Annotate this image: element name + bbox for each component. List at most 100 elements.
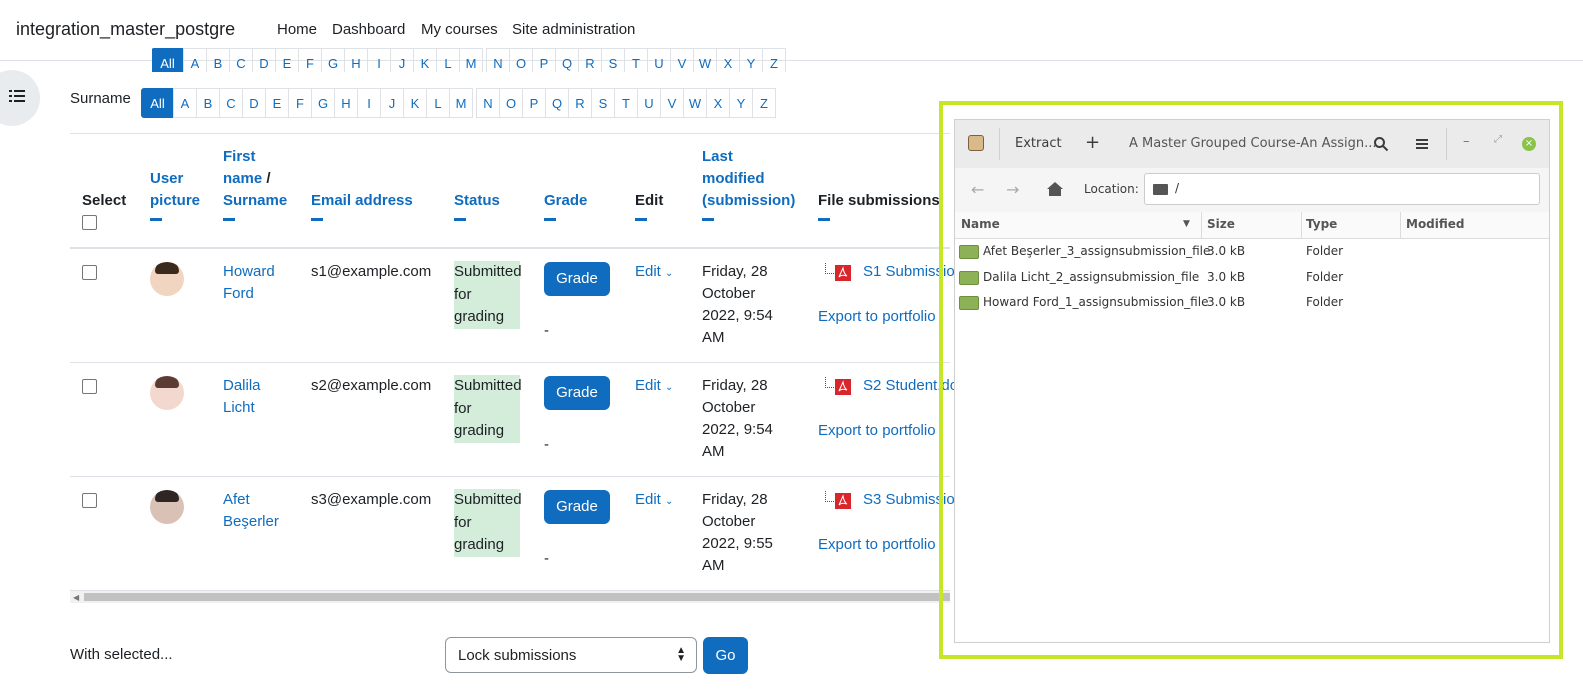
scroll-left-icon[interactable]: ◀	[73, 593, 79, 602]
firstname-letter-o[interactable]: O	[509, 48, 533, 72]
surname-letter-d[interactable]: D	[242, 88, 266, 118]
firstname-letter-d[interactable]: D	[252, 48, 276, 72]
firstname-letter-z[interactable]: Z	[762, 48, 786, 72]
file-list-row[interactable]: Howard Ford_1_assignsubmission_file 3.0 …	[955, 290, 1549, 316]
firstname-letter-v[interactable]: V	[670, 48, 694, 72]
firstname-letter-g[interactable]: G	[321, 48, 345, 72]
firstname-letter-u[interactable]: U	[647, 48, 671, 72]
firstname-letter-f[interactable]: F	[298, 48, 322, 72]
collapse-icon[interactable]	[635, 218, 647, 221]
nav-my-courses[interactable]: My courses	[421, 21, 498, 38]
grade-button[interactable]: Grade	[544, 490, 610, 524]
firstname-letter-s[interactable]: S	[601, 48, 625, 72]
file-list-row[interactable]: Dalila Licht_2_assignsubmission_file 3.0…	[955, 265, 1549, 291]
horizontal-scrollbar[interactable]: ◀	[70, 591, 950, 603]
collapse-icon[interactable]	[818, 218, 830, 221]
sort-desc-icon[interactable]: ▼	[1183, 219, 1190, 229]
nav-dashboard[interactable]: Dashboard	[332, 21, 405, 38]
surname-letter-a[interactable]: A	[173, 88, 197, 118]
firstname-letter-all[interactable]: All	[152, 48, 184, 72]
forward-arrow-icon[interactable]: →	[1006, 180, 1019, 199]
firstname-letter-h[interactable]: H	[344, 48, 368, 72]
firstname-letter-r[interactable]: R	[578, 48, 602, 72]
collapse-icon[interactable]	[223, 218, 235, 221]
grade-button[interactable]: Grade	[544, 376, 610, 410]
firstname-letter-b[interactable]: B	[206, 48, 230, 72]
surname-letter-t[interactable]: T	[614, 88, 638, 118]
select-all-checkbox[interactable]	[82, 215, 97, 230]
firstname-letter-w[interactable]: W	[693, 48, 717, 72]
export-to-portfolio-link[interactable]: Export to portfolio	[818, 306, 936, 328]
surname-letter-x[interactable]: X	[706, 88, 730, 118]
surname-letter-i[interactable]: I	[357, 88, 381, 118]
surname-letter-u[interactable]: U	[637, 88, 661, 118]
header-email[interactable]: Email address	[311, 190, 413, 221]
surname-letter-m[interactable]: M	[449, 88, 473, 118]
collapse-icon[interactable]	[702, 218, 714, 221]
row-select-checkbox[interactable]	[82, 379, 97, 394]
header-grade[interactable]: Grade	[544, 190, 587, 221]
surname-letter-l[interactable]: L	[426, 88, 450, 118]
extract-button[interactable]: Extract	[1015, 136, 1062, 151]
avatar[interactable]	[150, 262, 184, 296]
nav-home[interactable]: Home	[277, 21, 317, 38]
header-last-modified[interactable]: Last modified (submission)	[702, 146, 795, 221]
collapse-icon[interactable]	[454, 218, 466, 221]
surname-letter-h[interactable]: H	[334, 88, 358, 118]
surname-letter-o[interactable]: O	[499, 88, 523, 118]
firstname-letter-i[interactable]: I	[367, 48, 391, 72]
column-type[interactable]: Type	[1306, 217, 1337, 231]
student-name-link[interactable]: Howard Ford	[223, 261, 275, 305]
row-select-checkbox[interactable]	[82, 265, 97, 280]
firstname-letter-n[interactable]: N	[486, 48, 510, 72]
surname-letter-c[interactable]: C	[219, 88, 243, 118]
student-name-link[interactable]: Afet Beşerler	[223, 489, 279, 533]
firstname-letter-x[interactable]: X	[716, 48, 740, 72]
surname-letter-k[interactable]: K	[403, 88, 427, 118]
surname-letter-all[interactable]: All	[141, 88, 174, 118]
surname-letter-p[interactable]: P	[522, 88, 546, 118]
surname-letter-f[interactable]: F	[288, 88, 312, 118]
go-button[interactable]: Go	[703, 637, 748, 674]
column-name[interactable]: Name	[961, 217, 1000, 231]
edit-menu[interactable]: Edit ⌄	[635, 375, 673, 399]
firstname-letter-j[interactable]: J	[390, 48, 414, 72]
back-arrow-icon[interactable]: ←	[971, 180, 984, 199]
header-name[interactable]: First name / Surname	[223, 146, 287, 221]
surname-letter-g[interactable]: G	[311, 88, 335, 118]
file-list-row[interactable]: Afet Beşerler_3_assignsubmission_file 3.…	[955, 239, 1549, 265]
firstname-letter-y[interactable]: Y	[739, 48, 763, 72]
export-to-portfolio-link[interactable]: Export to portfolio	[818, 420, 936, 442]
surname-letter-n[interactable]: N	[476, 88, 500, 118]
avatar[interactable]	[150, 490, 184, 524]
location-field[interactable]: /	[1144, 173, 1540, 205]
firstname-letter-p[interactable]: P	[532, 48, 556, 72]
home-icon[interactable]	[1047, 182, 1063, 196]
header-status[interactable]: Status	[454, 190, 500, 221]
site-name[interactable]: integration_master_postgre	[16, 19, 235, 40]
add-files-button[interactable]: +	[1085, 132, 1100, 153]
column-modified[interactable]: Modified	[1406, 217, 1465, 231]
firstname-letter-e[interactable]: E	[275, 48, 299, 72]
hamburger-menu-icon[interactable]	[1416, 138, 1428, 150]
firstname-letter-k[interactable]: K	[413, 48, 437, 72]
surname-letter-e[interactable]: E	[265, 88, 289, 118]
search-icon[interactable]	[1373, 136, 1389, 152]
firstname-letter-l[interactable]: L	[436, 48, 460, 72]
header-user-picture[interactable]: User picture	[150, 168, 200, 221]
surname-letter-s[interactable]: S	[591, 88, 615, 118]
collapse-icon[interactable]	[150, 218, 162, 221]
row-select-checkbox[interactable]	[82, 493, 97, 508]
firstname-letter-t[interactable]: T	[624, 48, 648, 72]
surname-letter-b[interactable]: B	[196, 88, 220, 118]
student-name-link[interactable]: Dalila Licht	[223, 375, 261, 419]
firstname-letter-c[interactable]: C	[229, 48, 253, 72]
firstname-letter-m[interactable]: M	[459, 48, 483, 72]
nav-site-administration[interactable]: Site administration	[512, 21, 635, 38]
bulk-action-select[interactable]: Lock submissions ▲ ▼	[445, 637, 697, 673]
column-size[interactable]: Size	[1207, 217, 1235, 231]
scrollbar-thumb[interactable]	[84, 593, 950, 601]
edit-menu[interactable]: Edit ⌄	[635, 261, 673, 285]
surname-letter-v[interactable]: V	[660, 88, 684, 118]
course-index-toggle[interactable]	[0, 70, 40, 126]
